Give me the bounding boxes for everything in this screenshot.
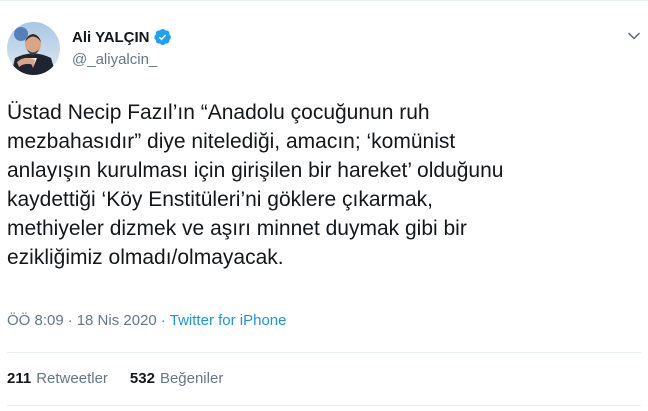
meta-separator: ·: [67, 312, 73, 329]
meta-separator: ·: [160, 312, 166, 329]
avatar[interactable]: [7, 22, 60, 75]
likes-label: Beğeniler: [159, 370, 224, 387]
tweet-card: Ali YALÇIN @_aliyalcin_ Üstad Necip Fazı…: [0, 0, 648, 411]
tweet-stats: 211 Retweetler 532 Beğeniler: [7, 370, 223, 387]
likes-stat[interactable]: 532 Beğeniler: [130, 370, 223, 387]
retweets-stat[interactable]: 211 Retweetler: [7, 370, 108, 387]
author-handle[interactable]: @_aliyalcin_: [72, 51, 157, 68]
author-name[interactable]: Ali YALÇIN: [72, 28, 172, 46]
tweet-text: Üstad Necip Fazıl’ın “Anadolu çocuğunun …: [7, 101, 504, 269]
tweet-source-link[interactable]: Twitter for iPhone: [170, 312, 287, 329]
stats-top-divider: [7, 352, 641, 353]
retweets-label: Retweetler: [36, 370, 108, 387]
verified-badge-icon: [153, 28, 172, 46]
tweet-time[interactable]: ÖÖ 8:09: [7, 312, 64, 329]
chevron-down-icon[interactable]: [626, 28, 642, 44]
retweets-count: 211: [7, 370, 32, 387]
tweet-meta: ÖÖ 8:09 · 18 Nis 2020 · Twitter for iPho…: [7, 312, 286, 329]
author-name-text[interactable]: Ali YALÇIN: [72, 29, 150, 46]
top-divider: [0, 0, 648, 1]
stats-bottom-divider: [7, 405, 641, 406]
tweet-date[interactable]: 18 Nis 2020: [77, 312, 157, 329]
likes-count: 532: [129, 370, 155, 387]
